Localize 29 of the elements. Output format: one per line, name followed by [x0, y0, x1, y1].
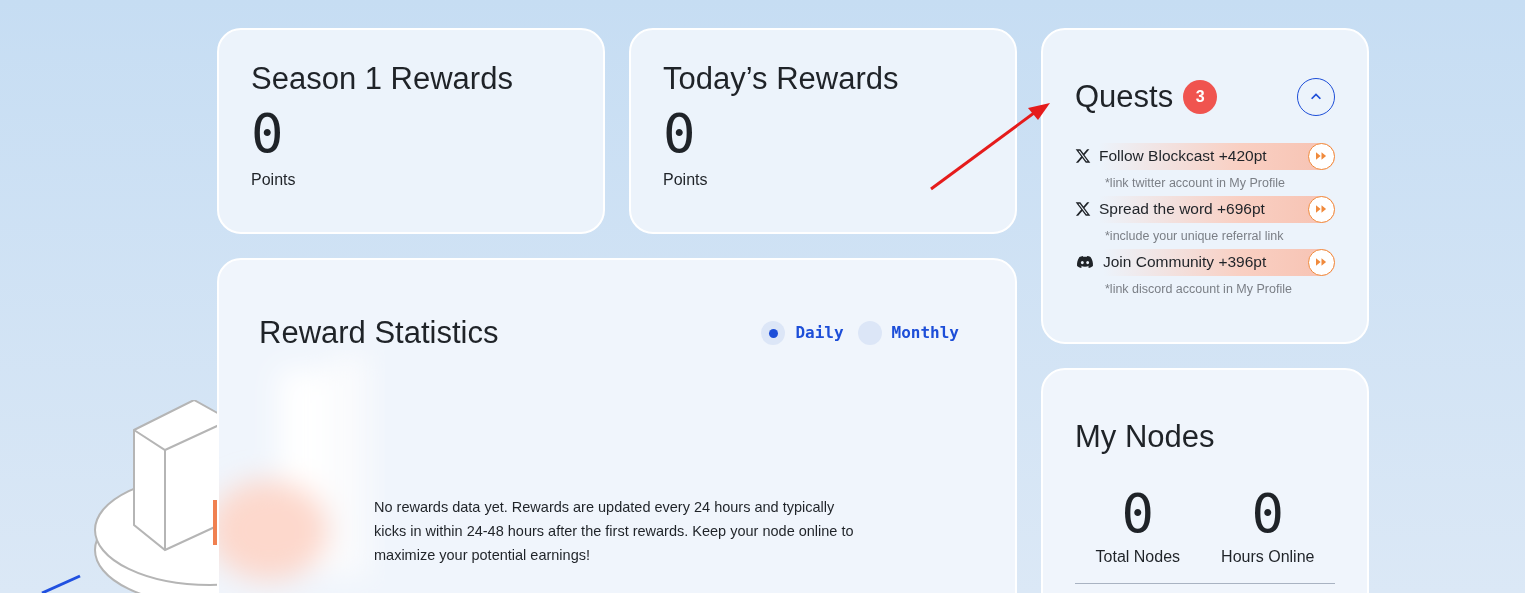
points-label: Points: [663, 170, 709, 190]
quest-button[interactable]: Spread the word +696pt: [1099, 195, 1335, 223]
fast-forward-icon: [1308, 195, 1335, 223]
quest-button[interactable]: Join Community +396pt: [1103, 248, 1335, 276]
stat-value: 0: [1121, 482, 1155, 545]
stat-value: 0: [1251, 482, 1285, 545]
quest-button[interactable]: Follow Blockcast +420pt: [1099, 142, 1335, 170]
quest-note: *link twitter account in My Profile: [1105, 174, 1286, 192]
section-title: Reward Statistics: [259, 314, 499, 352]
discord-logo-icon: [1075, 254, 1095, 270]
points-value: 0: [251, 102, 285, 166]
stat-label: Hours Online: [1221, 546, 1315, 567]
card-title: Season 1 Rewards: [251, 60, 514, 98]
x-logo-icon: [1075, 148, 1091, 164]
period-radio[interactable]: Daily: [761, 321, 844, 346]
quest-note: *link discord account in My Profile: [1105, 280, 1293, 298]
section-title: My Nodes: [1075, 418, 1216, 456]
points-value: 0: [663, 102, 697, 166]
count-badge: 3: [1183, 80, 1218, 115]
stat-label: Total Nodes: [1095, 546, 1181, 567]
section-title: Quests: [1075, 78, 1174, 116]
fast-forward-icon: [1308, 142, 1335, 170]
fast-forward-icon: [1308, 248, 1335, 276]
points-label: Points: [251, 170, 297, 190]
empty-state-message: No rewards data yet. Rewards are updated every 24 hours and typically kicks in within 24-48 hours after the first rewards. Keep your node online to maximize your potential earnings!: [374, 497, 855, 565]
x-logo-icon: [1075, 201, 1091, 217]
quest-note: *include your unique referral link: [1105, 227, 1285, 245]
period-radio[interactable]: Monthly: [857, 321, 959, 346]
card-title: Today’s Rewards: [663, 60, 900, 98]
